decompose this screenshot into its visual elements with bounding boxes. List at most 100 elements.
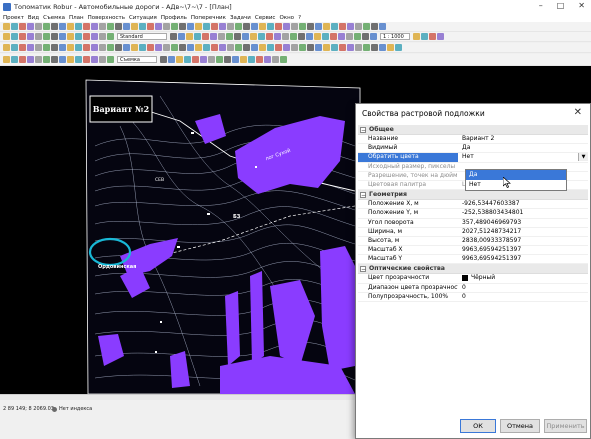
- toolbar-button-icon[interactable]: [259, 23, 266, 30]
- toolbar-button-icon[interactable]: [315, 44, 322, 51]
- toolbar-button-icon[interactable]: [234, 33, 241, 40]
- toolbar-button-icon[interactable]: [59, 56, 66, 63]
- toolbar-button-icon[interactable]: [274, 33, 281, 40]
- toolbar-button-icon[interactable]: [192, 56, 199, 63]
- toolbar-button-icon[interactable]: [259, 44, 266, 51]
- toolbar-button-icon[interactable]: [323, 23, 330, 30]
- toolbar-button-icon[interactable]: [27, 44, 34, 51]
- toolbar-button-icon[interactable]: [299, 23, 306, 30]
- toolbar-button-icon[interactable]: [280, 56, 287, 63]
- toolbar-button-icon[interactable]: [235, 23, 242, 30]
- menu-survey[interactable]: Съемка: [43, 15, 65, 21]
- toolbar-button-icon[interactable]: [187, 23, 194, 30]
- scale-select[interactable]: 1 : 1000: [380, 33, 410, 40]
- toolbar-button-icon[interactable]: [413, 33, 420, 40]
- toolbar-button-icon[interactable]: [258, 33, 265, 40]
- toolbar-button-icon[interactable]: [155, 23, 162, 30]
- toolbar-button-icon[interactable]: [51, 23, 58, 30]
- toolbar-button-icon[interactable]: [3, 56, 10, 63]
- toolbar-button-icon[interactable]: [266, 33, 273, 40]
- toolbar-button-icon[interactable]: [338, 33, 345, 40]
- toolbar-button-icon[interactable]: [147, 23, 154, 30]
- prop-value[interactable]: 9963,69594251397: [458, 255, 588, 263]
- toolbar-button-icon[interactable]: [291, 44, 298, 51]
- toolbar-button-icon[interactable]: [91, 23, 98, 30]
- prop-row-width[interactable]: Ширина, м 2027,51248734217: [358, 228, 588, 237]
- toolbar-button-icon[interactable]: [27, 56, 34, 63]
- toolbar-button-icon[interactable]: [323, 44, 330, 51]
- toolbar-button-icon[interactable]: [240, 56, 247, 63]
- ok-button[interactable]: ОК: [460, 419, 496, 433]
- toolbar-button-icon[interactable]: [171, 44, 178, 51]
- dropdown-option-no[interactable]: Нет: [466, 180, 566, 190]
- toolbar-button-icon[interactable]: [322, 33, 329, 40]
- toolbar-button-icon[interactable]: [107, 56, 114, 63]
- toolbar-button-icon[interactable]: [179, 44, 186, 51]
- toolbar-button-icon[interactable]: [299, 44, 306, 51]
- toolbar-button-icon[interactable]: [354, 33, 361, 40]
- prop-value[interactable]: 0: [458, 293, 588, 301]
- toolbar-button-icon[interactable]: [19, 33, 26, 40]
- toolbar-button-icon[interactable]: [75, 33, 82, 40]
- toolbar-button-icon[interactable]: [395, 44, 402, 51]
- toolbar-button-icon[interactable]: [19, 44, 26, 51]
- toolbar-button-icon[interactable]: [195, 44, 202, 51]
- toolbar-button-icon[interactable]: [226, 33, 233, 40]
- toolbar-button-icon[interactable]: [35, 33, 42, 40]
- toolbar-button-icon[interactable]: [35, 44, 42, 51]
- toolbar-button-icon[interactable]: [176, 56, 183, 63]
- toolbar-button-icon[interactable]: [27, 33, 34, 40]
- prop-value[interactable]: 2838,00933378597: [458, 237, 588, 245]
- toolbar-button-icon[interactable]: [11, 56, 18, 63]
- toolbar-button-icon[interactable]: [43, 23, 50, 30]
- toolbar-button-icon[interactable]: [184, 56, 191, 63]
- toolbar-button-icon[interactable]: [251, 23, 258, 30]
- prop-row-rotation[interactable]: Угол поворота 357,489046969793: [358, 219, 588, 228]
- cancel-button[interactable]: Отмена: [500, 419, 540, 433]
- toolbar-button-icon[interactable]: [155, 44, 162, 51]
- toolbar-button-icon[interactable]: [139, 23, 146, 30]
- menu-profile[interactable]: Профиль: [161, 15, 187, 21]
- collapse-icon[interactable]: −: [360, 265, 366, 272]
- toolbar-button-icon[interactable]: [123, 44, 130, 51]
- maximize-icon[interactable]: □: [557, 1, 565, 10]
- menu-tasks[interactable]: Задачи: [230, 15, 251, 21]
- prop-value[interactable]: 357,489046969793: [458, 219, 588, 227]
- toolbar-button-icon[interactable]: [203, 44, 210, 51]
- toolbar-button-icon[interactable]: [115, 23, 122, 30]
- collapse-icon[interactable]: −: [360, 126, 366, 133]
- toolbar-button-icon[interactable]: [315, 23, 322, 30]
- toolbar-button-icon[interactable]: [91, 33, 98, 40]
- toolbar-button-icon[interactable]: [19, 56, 26, 63]
- toolbar-button-icon[interactable]: [91, 56, 98, 63]
- toolbar-button-icon[interactable]: [243, 23, 250, 30]
- toolbar-button-icon[interactable]: [370, 33, 377, 40]
- toolbar-button-icon[interactable]: [298, 33, 305, 40]
- toolbar-button-icon[interactable]: [160, 56, 167, 63]
- toolbar-button-icon[interactable]: [99, 33, 106, 40]
- chevron-down-icon[interactable]: ▼: [578, 153, 588, 162]
- toolbar-button-icon[interactable]: [83, 23, 90, 30]
- menu-service[interactable]: Сервис: [255, 15, 276, 21]
- toolbar-button-icon[interactable]: [216, 56, 223, 63]
- toolbar-button-icon[interactable]: [27, 23, 34, 30]
- collapse-icon[interactable]: −: [360, 191, 366, 198]
- menu-surface[interactable]: Поверхность: [88, 15, 125, 21]
- toolbar-button-icon[interactable]: [219, 23, 226, 30]
- toolbar-button-icon[interactable]: [163, 23, 170, 30]
- toolbar-button-icon[interactable]: [171, 23, 178, 30]
- prop-value[interactable]: Вариант 2: [458, 135, 588, 143]
- toolbar-button-icon[interactable]: [51, 56, 58, 63]
- close-window-icon[interactable]: ✕: [578, 1, 585, 10]
- toolbar-button-icon[interactable]: [362, 33, 369, 40]
- toolbar-button-icon[interactable]: [275, 44, 282, 51]
- toolbar-button-icon[interactable]: [43, 56, 50, 63]
- style-select[interactable]: Standard: [117, 33, 167, 40]
- toolbar-button-icon[interactable]: [437, 33, 444, 40]
- toolbar-button-icon[interactable]: [83, 33, 90, 40]
- toolbar-button-icon[interactable]: [67, 33, 74, 40]
- toolbar-button-icon[interactable]: [421, 33, 428, 40]
- prop-row-translucency[interactable]: Полупрозрачность, 100% 0: [358, 293, 588, 302]
- menu-situation[interactable]: Ситуация: [129, 15, 157, 21]
- prop-row-invert-colors[interactable]: Обратить цвета Нет ▼: [358, 153, 588, 163]
